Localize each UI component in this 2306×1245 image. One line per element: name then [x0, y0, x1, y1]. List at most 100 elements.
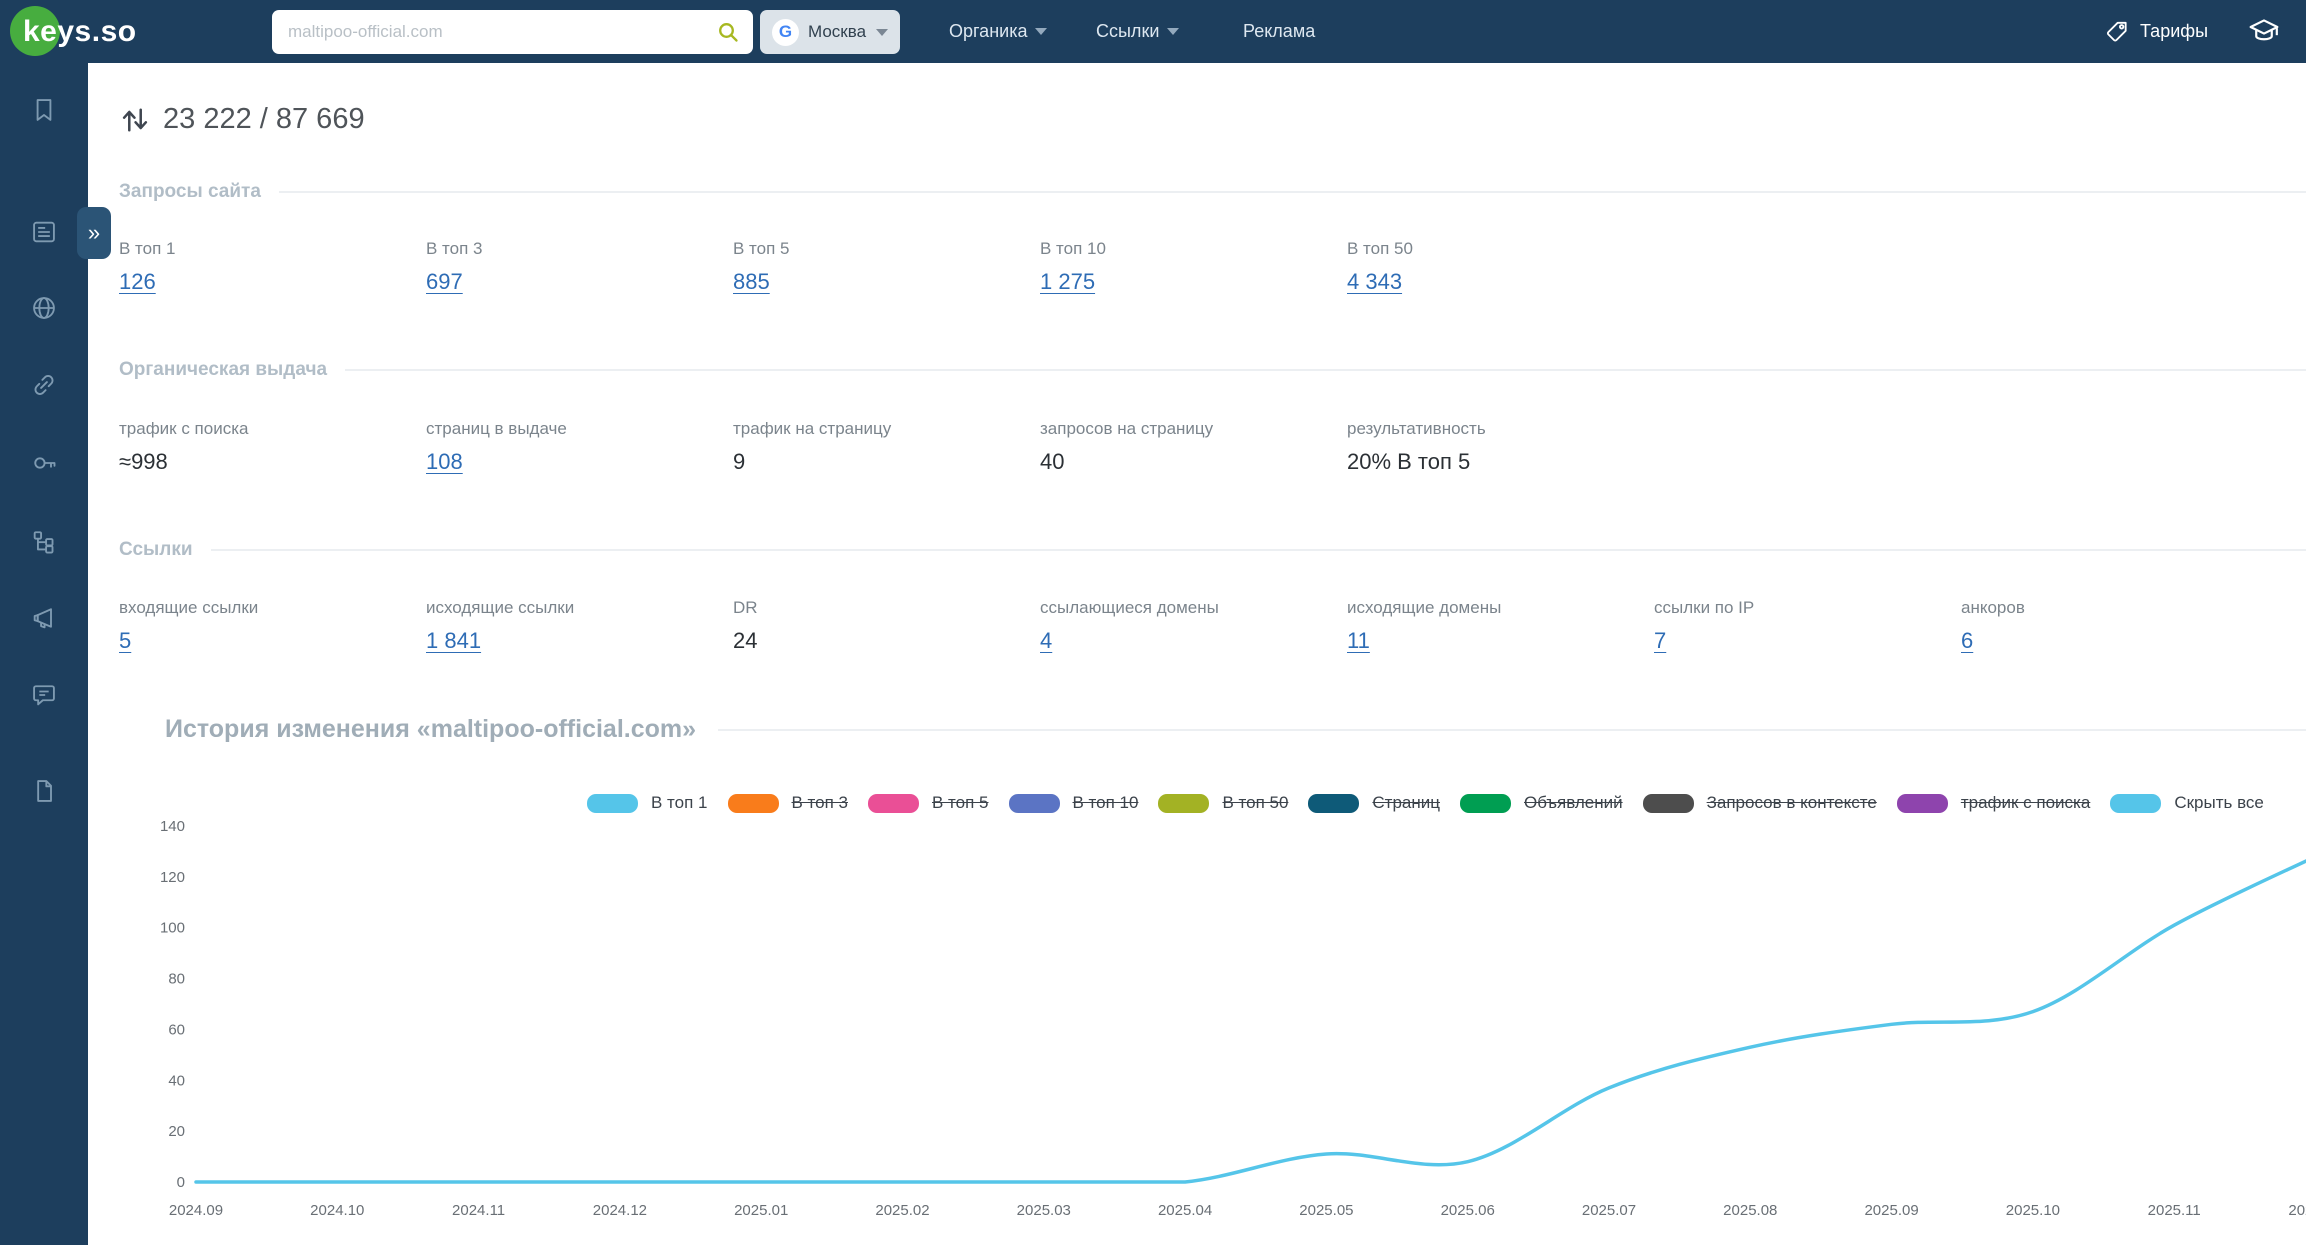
stat-label: В топ 1 — [119, 239, 176, 258]
stat-cell: исходящие ссылки 1 841 — [426, 598, 733, 654]
svg-text:140: 140 — [160, 818, 185, 835]
section-heading-links: Ссылки — [119, 539, 2306, 561]
search-value: maltipoo-official.com — [288, 22, 443, 41]
stat-cell: исходящие домены 11 — [1347, 598, 1654, 654]
stat-label: В топ 10 — [1040, 239, 1106, 258]
stat-label: страниц в выдаче — [426, 419, 567, 438]
stat-value-link[interactable]: 4 — [1040, 628, 1052, 654]
stat-label: входящие ссылки — [119, 598, 259, 617]
stat-value: 40 — [1040, 449, 1065, 474]
globe-icon[interactable] — [30, 294, 58, 322]
search-icon[interactable] — [716, 20, 740, 44]
stat-cell: DR 24 — [733, 598, 1040, 654]
chevron-down-icon — [1167, 28, 1180, 35]
divider — [210, 549, 2306, 551]
region-select[interactable]: G Москва — [760, 10, 900, 54]
stat-label: исходящие ссылки — [426, 598, 575, 617]
stat-cell: результативность 20% В топ 5 — [1347, 419, 1654, 475]
stat-cell: запросов на страницу 40 — [1040, 419, 1347, 475]
stat-value-link[interactable]: 4 343 — [1347, 269, 1402, 295]
history-title: История изменения «maltipoo-official.com… — [165, 715, 2306, 744]
history-line-chart: 0 20 40 60 80 100 120 140 2024.09 2024.10 2024.11 2… — [160, 818, 2306, 1219]
stat-cell: трафик на страницу 9 — [733, 419, 1040, 475]
logo-text: keys.so — [23, 14, 137, 48]
key-icon[interactable] — [30, 449, 58, 477]
structure-icon[interactable] — [30, 527, 58, 555]
stat-value-link[interactable]: 1 841 — [426, 628, 481, 654]
svg-text:60: 60 — [168, 1021, 185, 1038]
stat-value-link[interactable]: 697 — [426, 269, 463, 295]
svg-text:2025.05: 2025.05 — [1299, 1202, 1353, 1219]
stat-label: исходящие домены — [1347, 598, 1502, 617]
nav-links[interactable]: Ссылки — [1096, 0, 1180, 63]
queries-stats-row: В топ 1 126 В топ 3 697 В топ 5 885 В топ 10 1 … — [119, 239, 1654, 295]
svg-text:2025.04: 2025.04 — [1158, 1202, 1212, 1219]
svg-text:2024.11: 2024.11 — [452, 1202, 505, 1219]
graduation-cap-icon[interactable] — [2247, 15, 2281, 45]
stat-cell: ссылки по IP 7 — [1654, 598, 1961, 654]
news-icon[interactable] — [30, 218, 58, 246]
stat-value-link[interactable]: 7 — [1654, 628, 1666, 654]
stat-cell: В топ 1 126 — [119, 239, 426, 295]
svg-text:2025.02: 2025.02 — [875, 1202, 929, 1219]
stat-label: В топ 5 — [733, 239, 790, 258]
topbar: keys.so maltipoo-official.com G Москва О… — [0, 0, 2306, 63]
megaphone-icon[interactable] — [30, 604, 58, 632]
svg-text:2025.07: 2025.07 — [1582, 1202, 1636, 1219]
svg-text:2024.12: 2024.12 — [593, 1202, 647, 1219]
stat-value: 20% В топ 5 — [1347, 449, 1471, 474]
comments-icon[interactable] — [30, 681, 58, 709]
stat-label: DR — [733, 598, 758, 617]
counter-value: 23 222 / 87 669 — [163, 103, 365, 135]
link-icon[interactable] — [30, 371, 58, 399]
stat-value-link[interactable]: 885 — [733, 269, 770, 295]
expand-sidebar-button[interactable]: » — [77, 207, 111, 259]
stat-value-link[interactable]: 108 — [426, 449, 463, 475]
svg-text:2025.06: 2025.06 — [1441, 1202, 1495, 1219]
queries-counter: 23 222 / 87 669 — [119, 103, 365, 136]
stat-cell: анкоров 6 — [1961, 598, 2268, 654]
svg-text:2025.12: 2025.12 — [2288, 1202, 2306, 1219]
stat-value-link[interactable]: 11 — [1347, 628, 1370, 654]
file-icon[interactable] — [30, 777, 58, 805]
tariffs-button[interactable]: Тарифы — [2104, 0, 2208, 63]
search-input[interactable]: maltipoo-official.com — [272, 10, 753, 54]
nav-organic[interactable]: Органика — [949, 0, 1048, 63]
svg-text:2025.01: 2025.01 — [734, 1202, 788, 1219]
stat-value: 9 — [733, 449, 746, 474]
stat-value-link[interactable]: 6 — [1961, 628, 1973, 654]
section-title: Ссылки — [119, 539, 193, 560]
stat-value-link[interactable]: 1 275 — [1040, 269, 1095, 295]
svg-text:100: 100 — [160, 920, 185, 937]
svg-text:120: 120 — [160, 869, 185, 886]
chevron-down-icon — [1035, 28, 1048, 35]
tariffs-label: Тарифы — [2140, 21, 2209, 41]
svg-text:40: 40 — [168, 1072, 185, 1089]
stat-value-link[interactable]: 126 — [119, 269, 156, 295]
section-heading-queries: Запросы сайта — [119, 181, 2306, 203]
svg-text:2024.09: 2024.09 — [169, 1202, 223, 1219]
sidebar — [0, 63, 88, 1245]
stat-value: ≈998 — [119, 449, 168, 474]
svg-text:2025.10: 2025.10 — [2006, 1202, 2060, 1219]
logo[interactable]: keys.so — [10, 0, 137, 63]
section-heading-organic: Органическая выдача — [119, 359, 2306, 381]
stat-label: В топ 50 — [1347, 239, 1413, 258]
stat-cell: ссылающиеся домены 4 — [1040, 598, 1347, 654]
stat-value: 24 — [733, 628, 758, 653]
nav-label: Реклама — [1243, 21, 1316, 41]
divider — [718, 728, 2306, 731]
stat-label: В топ 3 — [426, 239, 483, 258]
svg-text:2025.11: 2025.11 — [2148, 1202, 2201, 1219]
stat-cell: трафик с поиска ≈998 — [119, 419, 426, 475]
stat-cell: В топ 50 4 343 — [1347, 239, 1654, 295]
chevron-down-icon — [876, 28, 888, 36]
svg-text:2024.10: 2024.10 — [310, 1202, 364, 1219]
stat-label: трафик с поиска — [119, 419, 249, 438]
stat-value-link[interactable]: 5 — [119, 628, 131, 654]
bookmark-icon[interactable] — [30, 96, 58, 124]
nav-ads[interactable]: Реклама — [1243, 0, 1315, 63]
stat-cell: В топ 5 885 — [733, 239, 1040, 295]
stat-label: результативность — [1347, 419, 1486, 438]
links-stats-row: входящие ссылки 5 исходящие ссылки 1 841 DR 2… — [119, 598, 2268, 654]
